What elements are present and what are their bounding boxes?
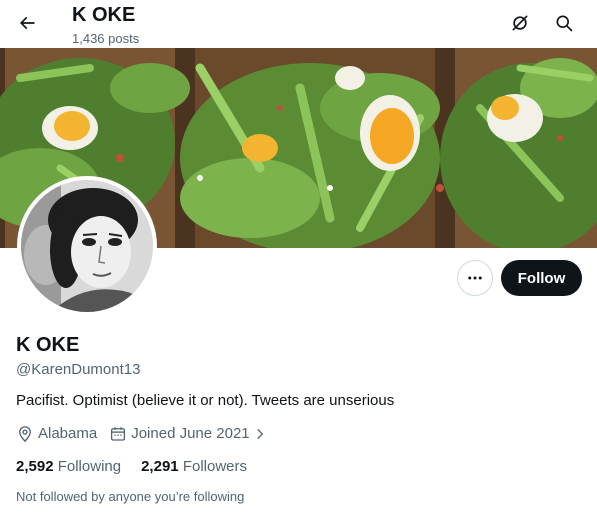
profile-bio: Pacifist. Optimist (believe it or not). … bbox=[16, 392, 395, 409]
joined-item[interactable]: Joined June 2021 bbox=[109, 424, 270, 444]
profile-meta: Alabama Joined June 2021 bbox=[16, 424, 283, 444]
follow-stats: 2,592 Following 2,291 Followers bbox=[16, 458, 267, 476]
grok-icon bbox=[512, 15, 528, 31]
following-link[interactable]: 2,592 Following bbox=[16, 458, 121, 476]
followers-count: 2,291 bbox=[141, 458, 183, 475]
arrow-left-icon bbox=[19, 16, 35, 30]
following-count: 2,592 bbox=[16, 458, 58, 475]
calendar-icon bbox=[111, 427, 126, 441]
search-icon bbox=[556, 15, 573, 32]
grok-button[interactable] bbox=[503, 6, 537, 40]
not-followed-note: Not followed by anyone you’re following bbox=[16, 489, 245, 504]
post-count: 1,436 posts bbox=[72, 31, 140, 46]
followers-label: Followers bbox=[182, 458, 247, 475]
following-label: Following bbox=[57, 458, 122, 475]
chevron-right-icon bbox=[256, 428, 263, 440]
profile-name: K OKE bbox=[16, 334, 80, 356]
joined-text: Joined June 2021 bbox=[131, 425, 250, 442]
avatar-image bbox=[21, 180, 153, 312]
more-horizontal-icon bbox=[468, 276, 482, 280]
location-pin-icon bbox=[19, 426, 31, 443]
follow-button[interactable]: Follow bbox=[501, 260, 582, 296]
header-title: K OKE bbox=[72, 4, 136, 26]
followers-link[interactable]: 2,291 Followers bbox=[141, 458, 247, 476]
more-options-button[interactable] bbox=[457, 260, 493, 296]
location-item: Alabama bbox=[16, 424, 97, 444]
profile-avatar[interactable] bbox=[17, 176, 157, 316]
profile-handle: @KarenDumont13 bbox=[16, 361, 141, 378]
search-button[interactable] bbox=[547, 6, 581, 40]
header-titles: K OKE 1,436 posts bbox=[72, 4, 139, 46]
location-text: Alabama bbox=[38, 425, 98, 442]
back-button[interactable] bbox=[10, 6, 44, 40]
top-bar: K OKE 1,436 posts bbox=[0, 0, 597, 48]
